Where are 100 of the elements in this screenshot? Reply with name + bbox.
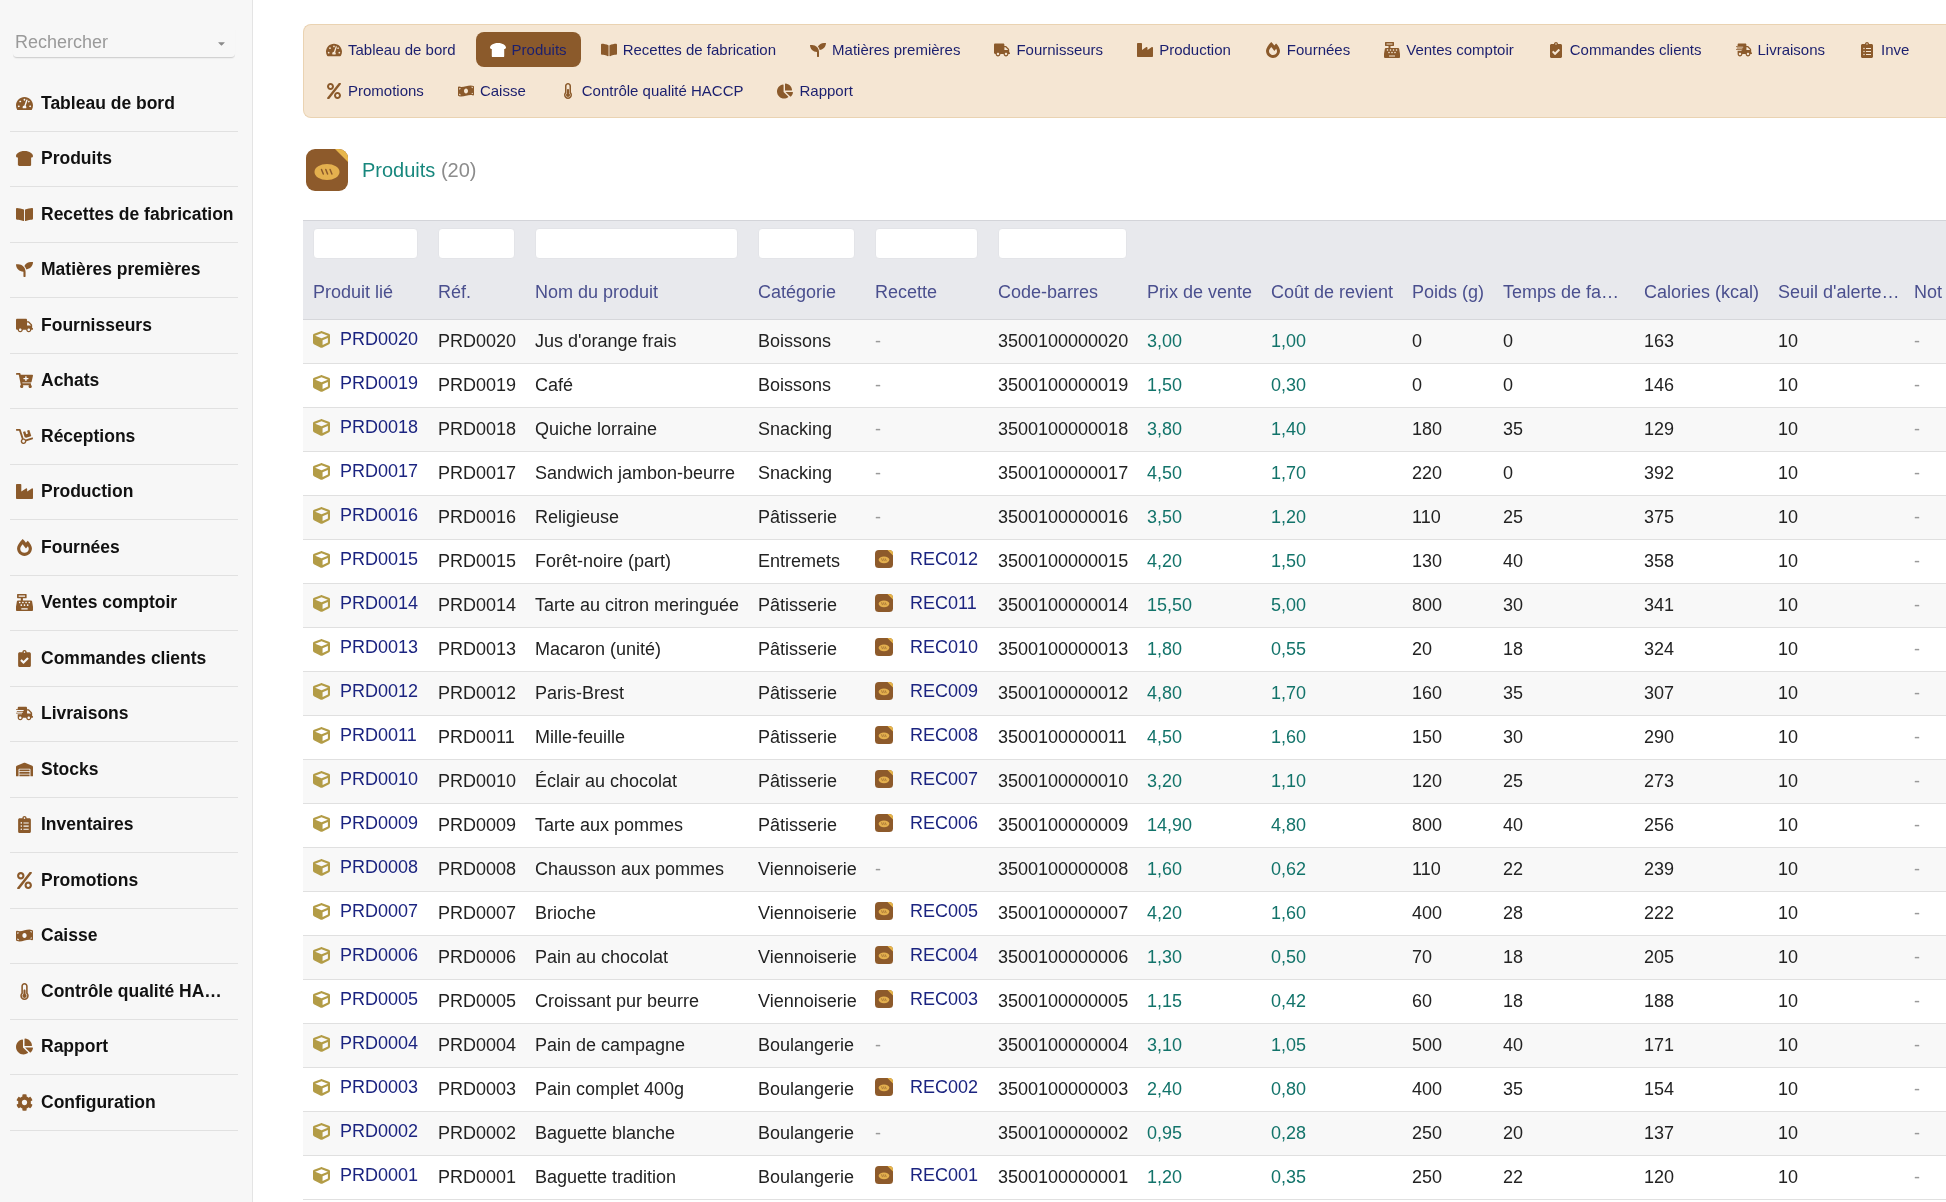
recipe-link[interactable]: REC009	[910, 680, 979, 702]
cash-register-icon	[1384, 41, 1401, 58]
nav-tab[interactable]: Commandes clients	[1533, 32, 1716, 67]
table-cell: 20	[1493, 1111, 1634, 1155]
product-link[interactable]: PRD0020	[340, 329, 419, 350]
product-link[interactable]: PRD0004	[340, 1033, 419, 1054]
sidebar-item[interactable]: Recettes de fabrication	[10, 187, 238, 243]
recipe-link[interactable]: REC002	[910, 1076, 979, 1098]
product-link[interactable]: PRD0015	[340, 549, 419, 570]
nav-tab[interactable]: Contrôle qualité HACCP	[545, 73, 758, 108]
recipe-link[interactable]: REC011	[910, 592, 977, 614]
sidebar-item[interactable]: Stocks	[10, 742, 238, 798]
table-cell: 3500100000010	[988, 759, 1137, 803]
product-link[interactable]: PRD0009	[340, 813, 419, 834]
sidebar-item[interactable]: Contrôle qualité HA…	[10, 964, 238, 1020]
product-link[interactable]: PRD0008	[340, 857, 419, 878]
table-cell: PRD0004	[428, 1023, 525, 1067]
recipe-link[interactable]: REC006	[910, 812, 979, 834]
product-link[interactable]: PRD0001	[340, 1165, 419, 1186]
nav-tab[interactable]: Ventes comptoir	[1370, 32, 1528, 67]
search-field[interactable]: Rechercher	[13, 28, 235, 58]
nav-tab[interactable]: Rapport	[763, 73, 867, 108]
sidebar-item[interactable]: Commandes clients	[10, 631, 238, 687]
column-header[interactable]: Recette	[865, 265, 988, 319]
product-link[interactable]: PRD0003	[340, 1077, 419, 1098]
sidebar-item[interactable]: Production	[10, 464, 238, 520]
nav-tab[interactable]: Promotions	[312, 73, 438, 108]
sidebar-item[interactable]: Fournées	[10, 520, 238, 576]
clipboard-check-icon	[16, 649, 33, 667]
table-cell: 10	[1768, 1023, 1904, 1067]
nav-tab[interactable]: Recettes de fabrication	[586, 32, 791, 67]
product-link[interactable]: PRD0011	[340, 725, 417, 746]
table-cell: Chausson aux pommes	[525, 847, 748, 891]
product-link[interactable]: PRD0014	[340, 593, 419, 614]
table-cell: Viennoiserie	[748, 935, 865, 979]
cube-icon	[313, 1035, 330, 1052]
nav-tab[interactable]: Production	[1123, 32, 1245, 67]
column-header[interactable]: Not	[1904, 265, 1946, 319]
column-header[interactable]: Nom du produit	[525, 265, 748, 319]
product-link[interactable]: PRD0010	[340, 769, 419, 790]
sidebar-item[interactable]: Matières premières	[10, 242, 238, 298]
column-header[interactable]: Prix de vente	[1137, 265, 1261, 319]
product-link[interactable]: PRD0018	[340, 417, 419, 438]
sidebar-item[interactable]: Fournisseurs	[10, 298, 238, 354]
recipe-link[interactable]: REC007	[910, 768, 979, 790]
sidebar-item[interactable]: Promotions	[10, 853, 238, 909]
recipe-link[interactable]: REC012	[910, 548, 979, 570]
sidebar-item[interactable]: Rapport	[10, 1019, 238, 1075]
table-cell: 40	[1493, 1023, 1634, 1067]
column-header[interactable]: Réf.	[428, 265, 525, 319]
product-link[interactable]: PRD0005	[340, 989, 419, 1010]
sidebar-item[interactable]: Caisse	[10, 908, 238, 964]
filter-field[interactable]	[758, 228, 855, 259]
product-link[interactable]: PRD0006	[340, 945, 419, 966]
product-link[interactable]: PRD0012	[340, 681, 419, 702]
filter-field[interactable]	[998, 228, 1127, 259]
filter-field[interactable]	[875, 228, 978, 259]
sidebar-item[interactable]: Produits	[10, 131, 238, 187]
product-link[interactable]: PRD0002	[340, 1121, 419, 1142]
nav-tab[interactable]: Livraisons	[1721, 32, 1840, 67]
column-header[interactable]: Calories (kcal)	[1634, 265, 1768, 319]
column-header[interactable]: Catégorie	[748, 265, 865, 319]
column-header[interactable]: Code-barres	[988, 265, 1137, 319]
sidebar-item[interactable]: Réceptions	[10, 409, 238, 465]
table-cell: Viennoiserie	[748, 979, 865, 1023]
table-cell: -	[1904, 451, 1946, 495]
recipe-link[interactable]: REC005	[910, 900, 979, 922]
filter-field[interactable]	[313, 228, 418, 259]
nav-tab[interactable]: Fournisseurs	[980, 32, 1118, 67]
table-cell: 500	[1402, 1023, 1493, 1067]
nav-tab[interactable]: Inve	[1845, 32, 1924, 67]
product-link[interactable]: PRD0013	[340, 637, 419, 658]
nav-tab[interactable]: Fournées	[1250, 32, 1365, 67]
nav-tab[interactable]: Caisse	[443, 73, 540, 108]
recipe-link[interactable]: REC004	[910, 944, 979, 966]
filter-field[interactable]	[535, 228, 738, 259]
sidebar-item[interactable]: Ventes comptoir	[10, 575, 238, 631]
column-header[interactable]: Coût de revient	[1261, 265, 1402, 319]
product-link[interactable]: PRD0019	[340, 373, 419, 394]
product-link[interactable]: PRD0007	[340, 901, 419, 922]
table-cell: Religieuse	[525, 495, 748, 539]
sidebar-item[interactable]: Configuration	[10, 1075, 238, 1131]
nav-tab[interactable]: Matières premières	[796, 32, 975, 67]
sidebar-item[interactable]: Inventaires	[10, 797, 238, 853]
recipe-link[interactable]: REC001	[910, 1164, 979, 1186]
nav-tab[interactable]: Tableau de bord	[312, 32, 470, 67]
column-header[interactable]: Poids (g)	[1402, 265, 1493, 319]
table-cell: 1,50	[1261, 539, 1402, 583]
recipe-link[interactable]: REC003	[910, 988, 979, 1010]
column-header[interactable]: Produit lié	[303, 265, 428, 319]
sidebar-item[interactable]: Tableau de bord	[10, 76, 238, 132]
sidebar-item[interactable]: Achats	[10, 353, 238, 409]
recipe-link[interactable]: REC010	[910, 636, 979, 658]
column-header[interactable]: Seuil d'alerte…	[1768, 265, 1904, 319]
recipe-link[interactable]: REC008	[910, 724, 979, 746]
column-header[interactable]: Temps de fa…	[1493, 265, 1634, 319]
product-link[interactable]: PRD0016	[340, 505, 419, 526]
product-link[interactable]: PRD0017	[340, 461, 419, 482]
filter-field[interactable]	[438, 228, 515, 259]
sidebar-item[interactable]: Livraisons	[10, 686, 238, 742]
